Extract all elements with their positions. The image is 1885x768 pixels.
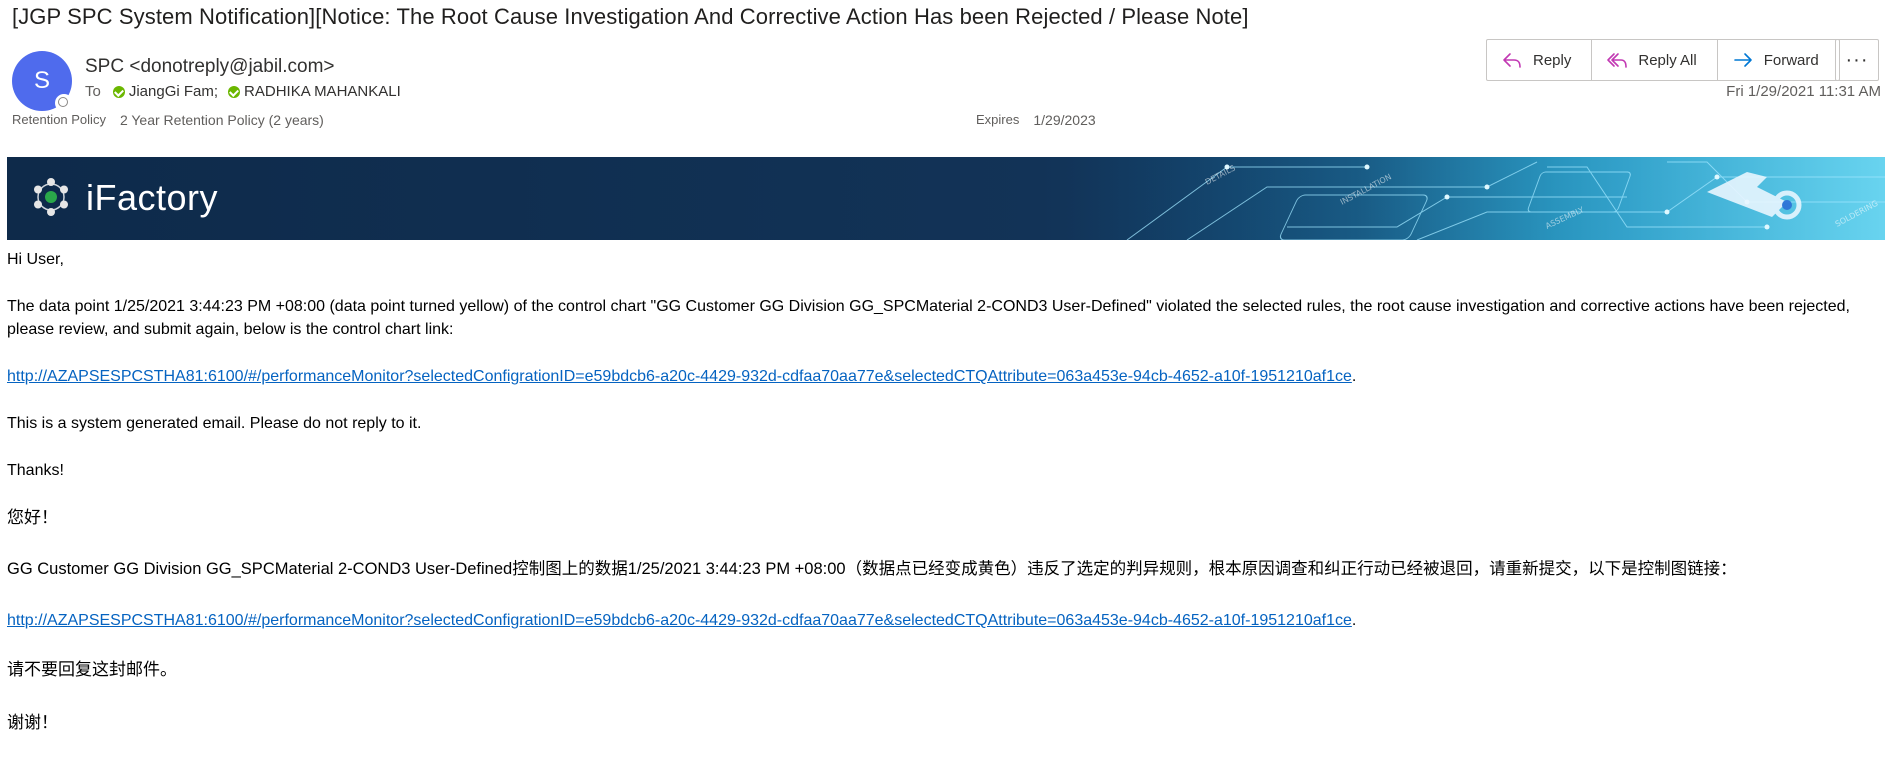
system-note-zh: 请不要回复这封邮件。 [7,660,177,679]
recipient-2[interactable]: RADHIKA MAHANKALI [244,83,401,100]
reply-icon [1503,53,1521,68]
message-paragraph-en: The data point 1/25/2021 3:44:23 PM +08:… [7,298,1850,338]
avatar-initial: S [33,67,50,94]
retention-label: Retention Policy [12,112,106,127]
expires-info: Expires 1/29/2023 [976,112,1096,128]
control-chart-link[interactable]: http://AZAPSESPCSTHA81:6100/#/performanc… [7,368,1352,385]
ifactory-banner: iFactory DETAILS INSTALLATION ASSEMBLY S… [7,157,1885,240]
reply-actions: Reply Reply All Forward [1486,39,1840,81]
forward-icon [1733,53,1752,67]
presence-available-icon [112,85,125,98]
system-note-en: This is a system generated email. Please… [7,415,422,432]
received-date: Fri 1/29/2021 11:31 AM [1726,83,1881,100]
banner-title: iFactory [86,177,219,218]
greeting-zh: 您好！ [7,508,58,527]
banner-circuit-illustration: DETAILS INSTALLATION ASSEMBLY SOLDERING [1067,157,1885,240]
sender-name[interactable]: SPC <donotreply@jabil.com> [85,56,335,78]
reply-all-label: Reply All [1638,51,1697,69]
avatar-presence-icon [55,94,73,112]
more-icon: ··· [1845,48,1869,71]
link-paragraph-zh: http://AZAPSESPCSTHA81:6100/#/performanc… [7,609,1356,632]
expires-value: 1/29/2023 [1033,112,1096,128]
forward-button[interactable]: Forward [1718,40,1839,80]
link-paragraph-en: http://AZAPSESPCSTHA81:6100/#/performanc… [7,365,1356,388]
thanks-zh: 谢谢！ [7,713,58,732]
more-actions-button[interactable]: ··· [1835,39,1879,81]
forward-label: Forward [1763,51,1819,69]
thanks-en: Thanks! [7,462,64,479]
reply-all-icon [1607,53,1628,68]
reply-button[interactable]: Reply [1487,40,1593,80]
reply-label: Reply [1533,51,1572,69]
retention-policy: Retention Policy 2 Year Retention Policy… [12,112,324,128]
presence-available-icon [228,85,241,98]
email-subject: [JGP SPC System Notification][Notice: Th… [12,4,1249,29]
link-period: . [1351,368,1357,385]
control-chart-link[interactable]: http://AZAPSESPCSTHA81:6100/#/performanc… [7,612,1352,629]
reply-all-button[interactable]: Reply All [1592,40,1718,80]
to-label: To [85,83,101,100]
ifactory-logo-icon [34,178,68,216]
retention-value: 2 Year Retention Policy (2 years) [119,112,324,128]
expires-label: Expires [976,112,1020,127]
recipient-1[interactable]: JiangGi Fam; [129,83,218,100]
recipients-row: To JiangGi Fam; RADHIKA MAHANKALI [85,83,411,100]
message-paragraph-zh: GG Customer GG Division GG_SPCMaterial 2… [7,560,1737,578]
link-period: . [1351,612,1357,629]
greeting-en: Hi User, [7,251,64,268]
